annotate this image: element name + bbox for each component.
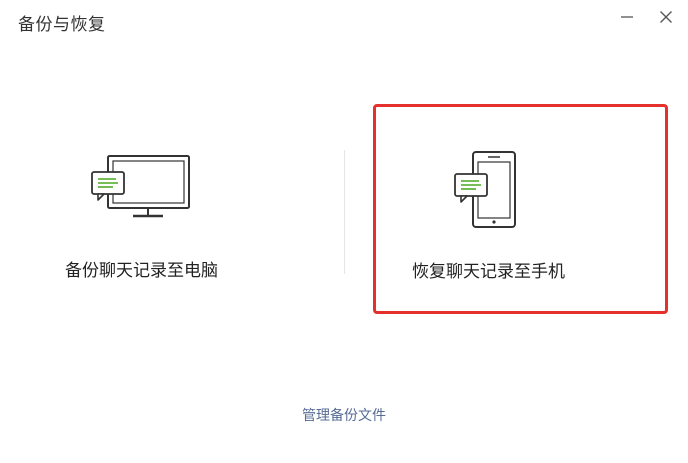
minimize-button[interactable] xyxy=(613,6,641,28)
backup-to-computer-option[interactable]: 备份聊天记录至电脑 xyxy=(30,104,320,314)
manage-backup-files-link[interactable]: 管理备份文件 xyxy=(0,405,688,425)
restore-to-phone-option[interactable]: 恢复聊天记录至手机 xyxy=(373,104,668,314)
minimize-icon xyxy=(621,16,633,18)
computer-chat-icon xyxy=(91,155,190,218)
restore-option-label: 恢复聊天记录至手机 xyxy=(412,262,565,282)
phone-chat-icon xyxy=(454,151,516,228)
window-title: 备份与恢复 xyxy=(18,15,106,35)
options-divider xyxy=(344,150,345,274)
close-button[interactable] xyxy=(652,6,680,28)
backup-option-label: 备份聊天记录至电脑 xyxy=(65,261,218,281)
close-icon xyxy=(660,11,672,23)
backup-restore-window: 备份与恢复 备份聊天记录至电脑 恢复聊天记录至手机 管理备份文件 xyxy=(0,0,688,463)
